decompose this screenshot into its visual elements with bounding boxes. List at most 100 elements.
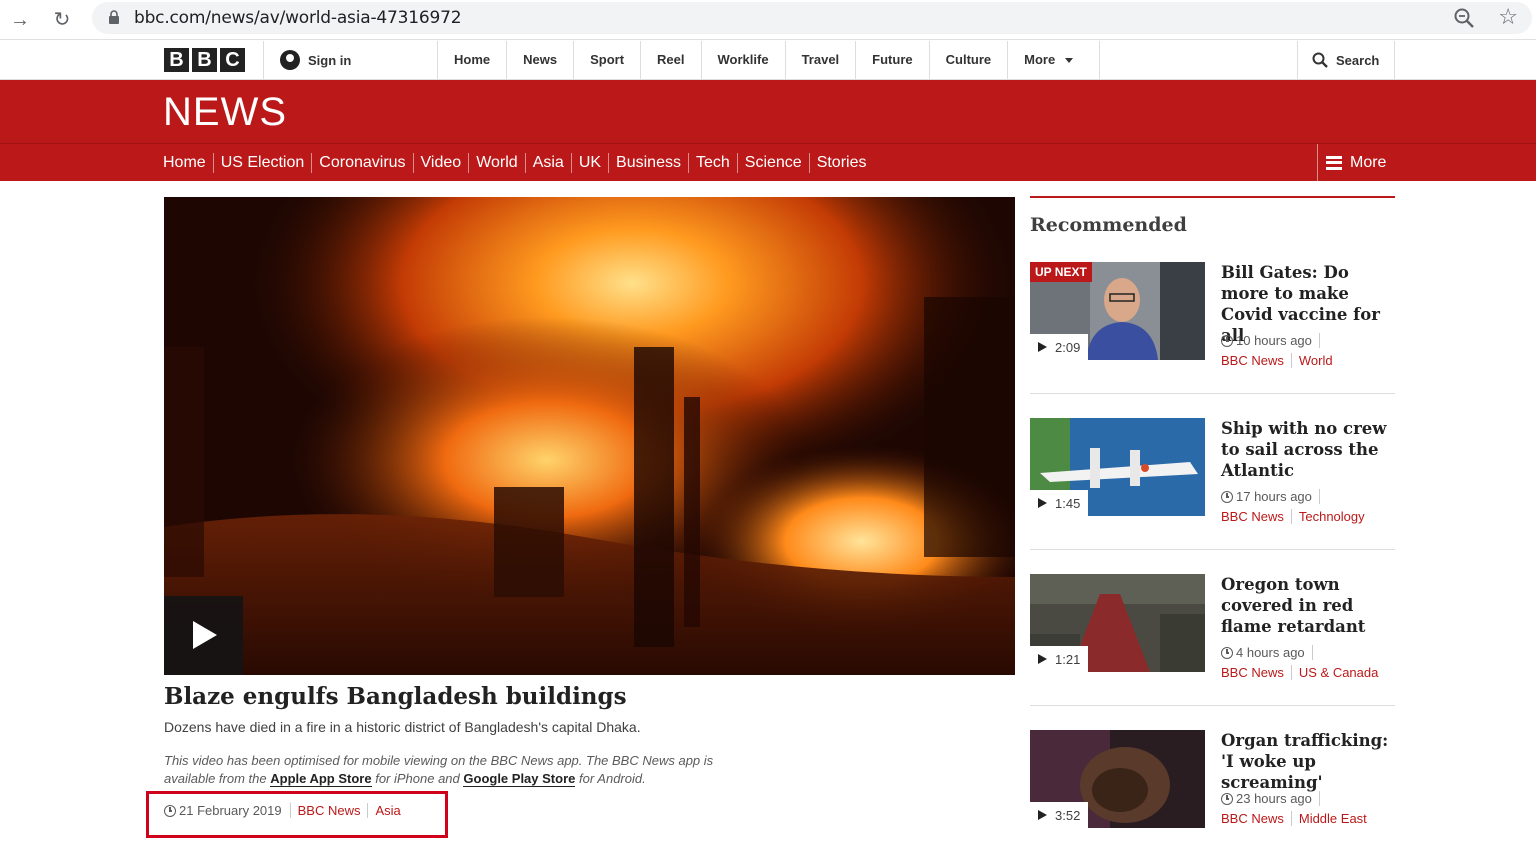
section-link[interactable]: Middle East: [1290, 811, 1374, 826]
recommended-links: BBC News World: [1221, 353, 1340, 368]
recommended-links: BBC News Middle East: [1221, 811, 1374, 826]
sidebar-rule: [1030, 196, 1395, 198]
news-wordmark[interactable]: NEWS: [163, 90, 287, 135]
section-link[interactable]: World: [1290, 353, 1340, 368]
news-nav-world[interactable]: World: [468, 152, 525, 173]
clock-icon: [1221, 792, 1233, 805]
article-summary: Dozens have died in a fire in a historic…: [164, 719, 641, 735]
global-nav-more[interactable]: More: [1007, 41, 1101, 79]
recommended-links: BBC News US & Canada: [1221, 665, 1385, 680]
news-nav-video[interactable]: Video: [412, 152, 469, 173]
clock-icon: [1221, 334, 1233, 347]
zoom-icon[interactable]: [1452, 6, 1476, 30]
recommended-item[interactable]: 1:45 Ship with no crew to sail across th…: [1030, 418, 1395, 574]
global-nav-reel[interactable]: Reel: [640, 41, 700, 79]
article-date: 21 February 2019: [164, 803, 291, 818]
news-nav-science[interactable]: Science: [736, 152, 809, 173]
global-nav-more-label: More: [1024, 52, 1056, 67]
global-nav-future[interactable]: Future: [855, 41, 928, 79]
article-headline: Blaze engulfs Bangladesh buildings: [164, 683, 627, 710]
news-nav-more-button[interactable]: More: [1317, 144, 1536, 181]
recommended-item[interactable]: 3:52 Organ trafficking: 'I woke up screa…: [1030, 730, 1395, 843]
reload-icon[interactable]: ↻: [48, 6, 76, 34]
recommended-title[interactable]: Organ trafficking: 'I woke up screaming': [1221, 730, 1395, 793]
divider: [1030, 549, 1395, 550]
recommended-time-text: 23 hours ago: [1236, 791, 1312, 806]
recommended-item[interactable]: 1:21 Oregon town covered in red flame re…: [1030, 574, 1395, 730]
news-nav-asia[interactable]: Asia: [524, 152, 571, 173]
news-nav-coronavirus[interactable]: Coronavirus: [311, 152, 412, 173]
section-link[interactable]: Technology: [1290, 509, 1372, 524]
global-nav-links: Home News Sport Reel Worklife Travel Fut…: [437, 41, 1101, 79]
duration-text: 3:52: [1055, 807, 1081, 823]
global-nav-news[interactable]: News: [506, 41, 573, 79]
app-note-text: for iPhone and: [371, 771, 464, 786]
video-duration: 3:52: [1030, 802, 1089, 828]
source-link[interactable]: BBC News: [1221, 665, 1291, 680]
article-date-text: 21 February 2019: [179, 803, 282, 818]
forward-arrow-icon[interactable]: →: [6, 6, 34, 34]
news-nav-links: Home US Election Coronavirus Video World…: [163, 144, 873, 181]
source-link[interactable]: BBC News: [1221, 509, 1291, 524]
recommended-heading: Recommended: [1030, 214, 1187, 236]
google-play-store-link[interactable]: Google Play Store: [463, 771, 576, 787]
news-masthead: NEWS: [0, 80, 1536, 143]
clock-icon: [1221, 490, 1233, 503]
news-nav-business[interactable]: Business: [608, 152, 688, 173]
sign-in-label: Sign in: [308, 52, 352, 68]
recommended-links: BBC News Technology: [1221, 509, 1372, 524]
clock-icon: [164, 804, 176, 817]
video-player[interactable]: [164, 197, 1015, 675]
url-text[interactable]: bbc.com/news/av/world-asia-47316972: [134, 8, 462, 28]
news-nav-home[interactable]: Home: [163, 153, 213, 173]
recommended-time-text: 4 hours ago: [1236, 645, 1305, 660]
fire-video-frame: [164, 197, 1015, 675]
address-bar[interactable]: bbc.com/news/av/world-asia-47316972 ☆: [92, 2, 1532, 34]
video-thumbnail[interactable]: UP NEXT 2:09: [1030, 262, 1205, 360]
duration-text: 1:45: [1055, 495, 1081, 511]
global-nav-travel[interactable]: Travel: [784, 41, 856, 79]
news-nav-us-election[interactable]: US Election: [212, 152, 312, 173]
logo-letter: B: [164, 48, 189, 72]
video-thumbnail[interactable]: 1:21: [1030, 574, 1205, 672]
play-icon: [1038, 654, 1047, 664]
app-note-text: for Android.: [575, 771, 646, 786]
search-button[interactable]: Search: [1297, 41, 1395, 79]
apple-app-store-link[interactable]: Apple App Store: [270, 771, 372, 787]
source-link[interactable]: BBC News: [1221, 353, 1291, 368]
global-nav-worklife[interactable]: Worklife: [700, 41, 785, 79]
global-nav-home[interactable]: Home: [437, 41, 506, 79]
global-nav-culture[interactable]: Culture: [928, 41, 1008, 79]
recommended-time: 23 hours ago: [1221, 791, 1320, 806]
video-thumbnail[interactable]: 3:52: [1030, 730, 1205, 828]
play-icon: [1038, 498, 1047, 508]
recommended-title[interactable]: Oregon town covered in red flame retarda…: [1221, 574, 1395, 637]
app-promo-note: This video has been optimised for mobile…: [164, 752, 764, 788]
divider: [1030, 393, 1395, 394]
bookmark-star-icon[interactable]: ☆: [1498, 5, 1518, 29]
news-nav-uk[interactable]: UK: [570, 152, 608, 173]
video-duration: 2:09: [1030, 334, 1089, 360]
search-label: Search: [1336, 52, 1380, 68]
news-nav-stories[interactable]: Stories: [808, 152, 874, 173]
bbc-logo[interactable]: B B C: [164, 48, 245, 72]
source-link[interactable]: BBC News: [1221, 811, 1291, 826]
source-link[interactable]: BBC News: [291, 803, 368, 818]
sign-in-link[interactable]: Sign in: [263, 41, 438, 79]
global-nav-sport[interactable]: Sport: [573, 41, 640, 79]
section-link[interactable]: US & Canada: [1290, 665, 1386, 680]
play-icon: [1038, 342, 1047, 352]
account-icon: [280, 50, 300, 70]
video-thumbnail[interactable]: 1:45: [1030, 418, 1205, 516]
play-button[interactable]: [164, 596, 243, 675]
recommended-time: 4 hours ago: [1221, 645, 1313, 660]
search-icon: [1312, 52, 1328, 68]
news-nav-tech[interactable]: Tech: [687, 152, 737, 173]
section-link[interactable]: Asia: [367, 803, 407, 818]
duration-text: 1:21: [1055, 651, 1081, 667]
lock-icon: [109, 10, 119, 24]
clock-icon: [1221, 646, 1233, 659]
recommended-time: 10 hours ago: [1221, 333, 1320, 348]
recommended-item[interactable]: UP NEXT 2:09 Bill Gates: Do more to make…: [1030, 262, 1395, 418]
recommended-title[interactable]: Ship with no crew to sail across the Atl…: [1221, 418, 1395, 481]
